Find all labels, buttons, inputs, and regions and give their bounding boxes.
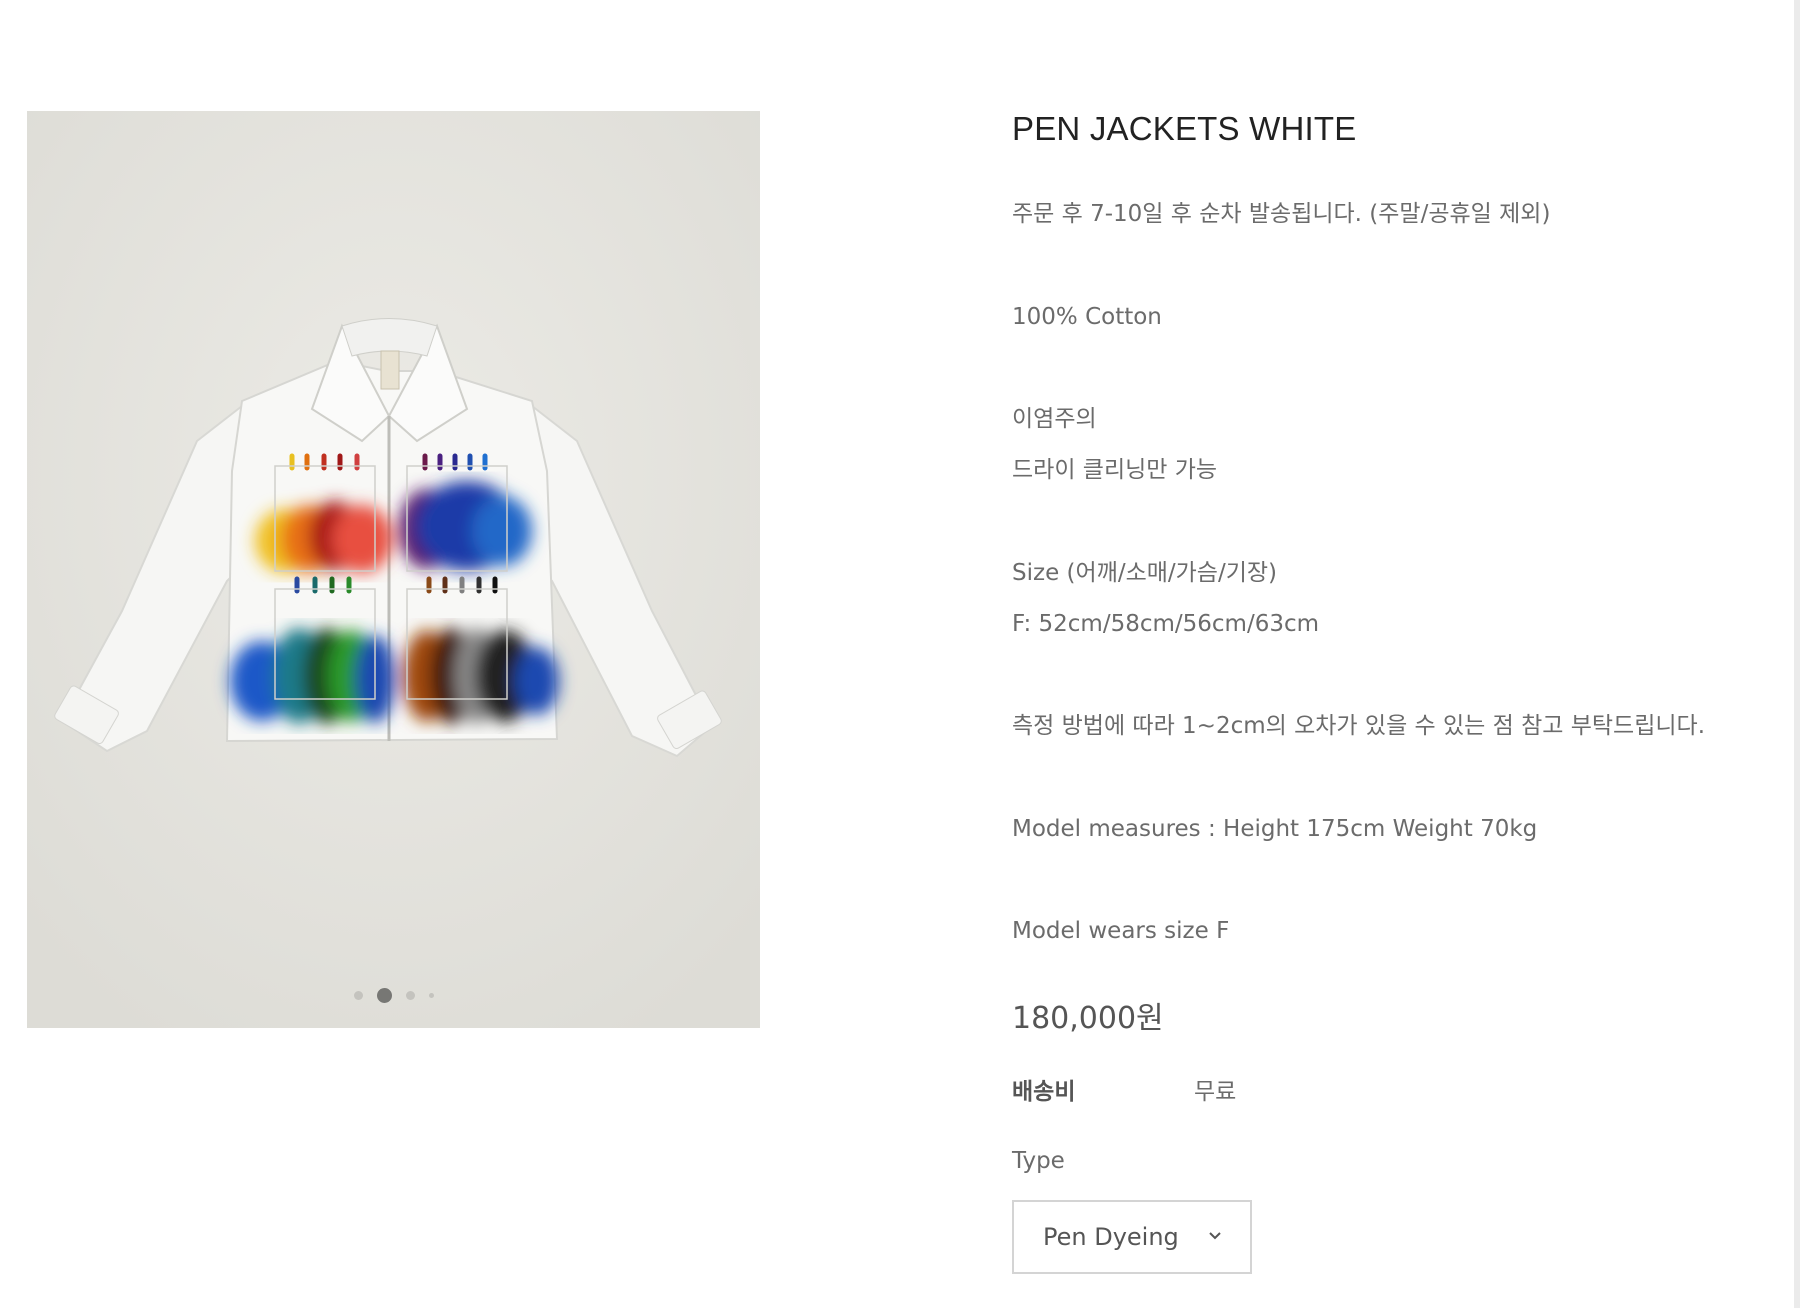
product-image <box>27 111 760 1028</box>
size-values: F: 52cm/58cm/56cm/63cm <box>1012 611 1320 637</box>
type-select[interactable]: Pen Dyeing <box>1012 1200 1252 1274</box>
care-note-dye: 이염주의 <box>1012 406 1097 432</box>
product-price: 180,000원 <box>1012 1001 1164 1036</box>
shipping-notice: 주문 후 7-10일 후 순차 발송됩니다. (주말/공휴일 제외) <box>1012 201 1551 227</box>
product-image-gallery[interactable] <box>27 111 760 1028</box>
chevron-down-icon <box>1209 1232 1221 1240</box>
type-select-value: Pen Dyeing <box>1043 1223 1179 1251</box>
product-info: PEN JACKETS WHITE 주문 후 7-10일 후 순차 발송됩니다.… <box>1012 104 1772 1274</box>
measure-note: 측정 방법에 따라 1~2cm의 오차가 있을 수 있는 점 참고 부탁드립니다… <box>1012 713 1706 739</box>
page-scrollbar[interactable] <box>1794 0 1800 1308</box>
model-measures: Model measures : Height 175cm Weight 70k… <box>1012 816 1538 842</box>
shipping-fee-label: 배송비 <box>1012 1079 1076 1105</box>
gallery-pagination <box>27 988 760 1003</box>
product-title: PEN JACKETS WHITE <box>1012 110 1357 147</box>
gallery-dot[interactable] <box>405 991 415 1000</box>
type-option-label: Type <box>1012 1148 1065 1174</box>
material-text: 100% Cotton <box>1012 304 1162 330</box>
model-size: Model wears size F <box>1012 918 1230 944</box>
size-header: Size (어깨/소매/가슴/기장) <box>1012 560 1277 586</box>
gallery-dot[interactable] <box>353 991 363 1000</box>
shipping-fee-value: 무료 <box>1194 1079 1237 1105</box>
care-note-dry-clean: 드라이 클리닝만 가능 <box>1012 457 1218 483</box>
gallery-dot-active[interactable] <box>376 988 392 1003</box>
gallery-dot[interactable] <box>428 993 434 998</box>
